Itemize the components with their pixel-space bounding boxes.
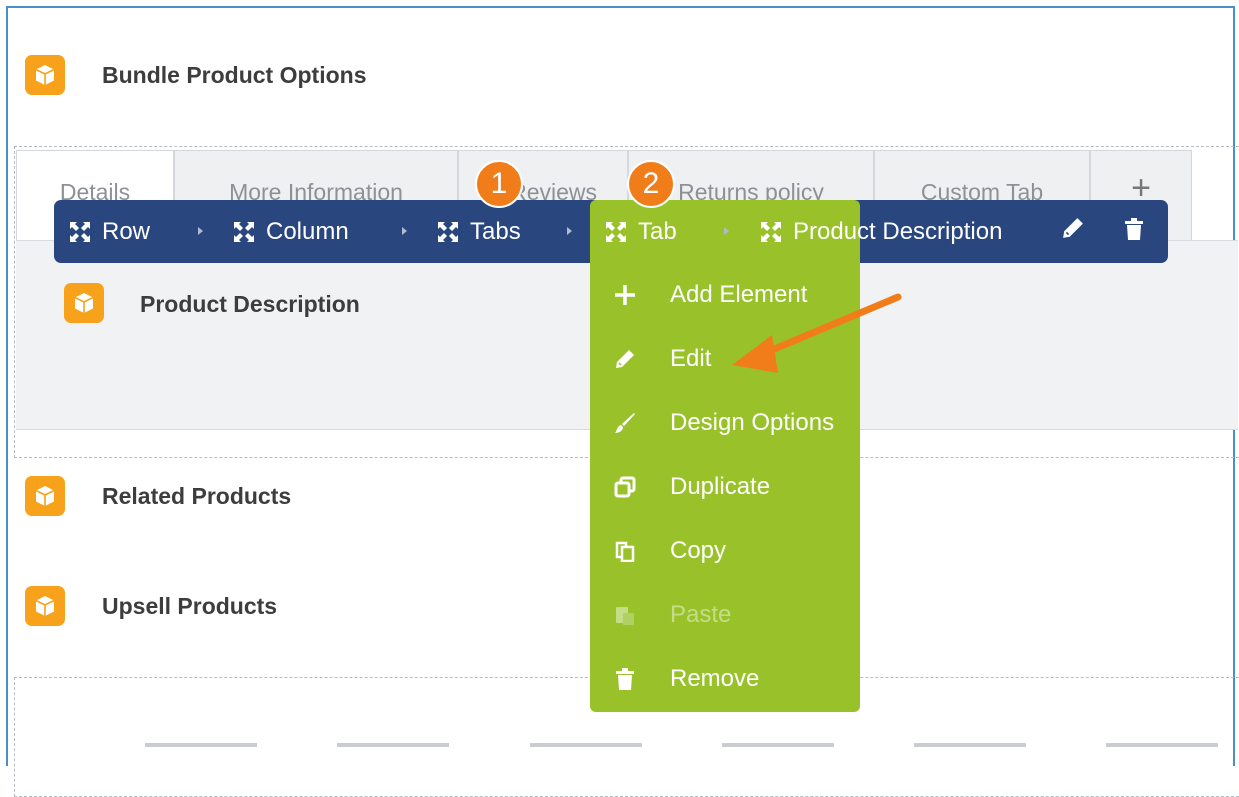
trash-icon[interactable]	[1124, 217, 1144, 246]
placeholder-line	[722, 743, 834, 747]
menu-item-copy[interactable]: Copy	[590, 519, 860, 583]
block-icon	[25, 55, 65, 95]
menu-item-remove[interactable]: Remove	[590, 647, 860, 711]
breadcrumb-tab-active[interactable]: Tab	[604, 200, 677, 263]
breadcrumb-label: Tabs	[470, 217, 521, 245]
box-icon	[35, 596, 55, 616]
breadcrumb-separator	[567, 227, 572, 235]
brush-icon	[610, 412, 640, 434]
annotation-badge-2: 2	[627, 160, 675, 208]
breadcrumb-column[interactable]: Column	[232, 200, 349, 263]
move-arrows-icon	[606, 221, 626, 242]
block-label-product-description: Product Description	[140, 291, 360, 317]
pencil-icon[interactable]	[1062, 217, 1084, 244]
breadcrumb-separator	[198, 227, 203, 235]
trash-icon	[610, 668, 640, 690]
placeholder-line	[337, 743, 449, 747]
placeholder-line	[145, 743, 257, 747]
box-icon	[35, 486, 55, 506]
menu-item-label: Remove	[670, 665, 760, 692]
breadcrumb-label: Product Description	[793, 217, 1003, 245]
duplicate-icon	[610, 476, 640, 498]
breadcrumb-separator	[724, 227, 729, 235]
breadcrumb-row[interactable]: Row	[68, 200, 150, 263]
breadcrumb-separator	[402, 227, 407, 235]
block-label-upsell: Upsell Products	[102, 593, 278, 619]
breadcrumb-label: Tab	[638, 217, 677, 245]
tab-context-menu: Tab Add Element Edit Design Options Dupl…	[590, 200, 860, 712]
breadcrumb-tabs[interactable]: Tabs	[436, 200, 521, 263]
move-arrows-icon	[70, 221, 90, 242]
placeholder-line	[914, 743, 1026, 747]
placeholder-line	[530, 743, 642, 747]
menu-item-paste: Paste	[590, 583, 860, 647]
block-label-bundle: Bundle Product Options	[102, 62, 367, 88]
menu-item-label: Duplicate	[670, 473, 771, 500]
pencil-icon	[610, 349, 640, 369]
menu-item-label: Edit	[670, 345, 712, 372]
move-arrows-icon	[438, 221, 458, 242]
breadcrumb-product-description[interactable]: Product Description	[759, 200, 1002, 263]
placeholder-line	[1106, 743, 1218, 747]
annotation-arrow	[732, 293, 902, 373]
block-label-related: Related Products	[102, 483, 292, 509]
block-icon	[64, 283, 104, 323]
copy-icon	[610, 540, 640, 562]
plus-icon	[610, 284, 640, 306]
menu-item-duplicate[interactable]: Duplicate	[590, 455, 860, 519]
menu-item-label: Copy	[670, 537, 727, 564]
breadcrumb-label: Column	[266, 217, 349, 245]
block-icon	[25, 476, 65, 516]
move-arrows-icon	[761, 221, 781, 242]
annotation-badge-1: 1	[475, 160, 523, 208]
box-icon	[35, 65, 55, 85]
box-icon	[74, 293, 94, 313]
menu-item-label: Design Options	[670, 409, 835, 436]
paste-icon	[610, 604, 640, 626]
block-icon	[25, 586, 65, 626]
menu-item-design-options[interactable]: Design Options	[590, 391, 860, 455]
breadcrumb-label: Row	[102, 217, 151, 245]
move-arrows-icon	[234, 221, 254, 242]
menu-item-label: Paste	[670, 601, 732, 628]
